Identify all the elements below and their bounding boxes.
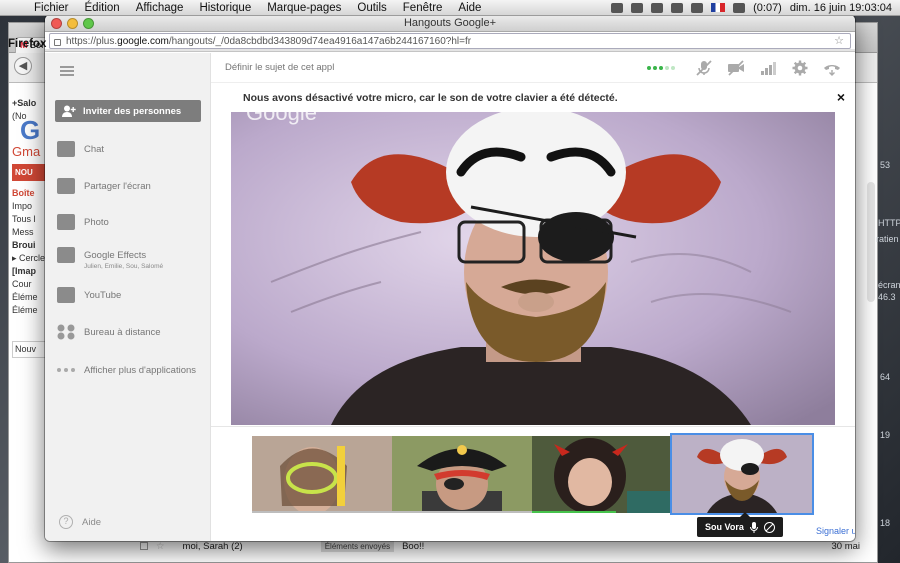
menu-aide[interactable]: Aide xyxy=(450,2,489,14)
volume-icon[interactable] xyxy=(671,2,684,13)
hang-up-icon[interactable] xyxy=(823,60,841,76)
dropbox-icon[interactable] xyxy=(611,2,624,13)
background-scrollbar[interactable] xyxy=(867,182,875,302)
menu-app-name[interactable]: Firefox xyxy=(0,38,810,526)
mail-checkbox[interactable] xyxy=(140,542,148,550)
battery-icon[interactable] xyxy=(733,2,746,13)
traffic-lights xyxy=(51,18,94,29)
mail-sender: moi, Sarah (2) xyxy=(182,540,243,552)
menu-edition[interactable]: Édition xyxy=(77,2,128,14)
report-problem-link[interactable]: Signaler un problème xyxy=(816,526,855,536)
bookmark-star-icon[interactable]: ☆ xyxy=(834,34,844,47)
display-icon[interactable] xyxy=(651,2,664,13)
menubar-status-area: (0:07) dim. 16 juin 19:03:04 xyxy=(611,2,900,14)
battery-time: (0:07) xyxy=(753,1,782,14)
window-titlebar[interactable]: Hangouts Google+ xyxy=(45,15,855,32)
desktop-text-3: écran xyxy=(878,280,900,290)
macos-menubar: Firefox Fichier Édition Affichage Histor… xyxy=(0,0,900,50)
menu-marque-pages[interactable]: Marque-pages xyxy=(259,2,349,14)
desktop-text-2: ratien xyxy=(876,234,899,244)
mail-date: 30 mai xyxy=(831,540,860,552)
mail-star-icon[interactable]: ☆ xyxy=(156,541,165,552)
input-language-flag-icon[interactable] xyxy=(711,3,726,12)
wifi-icon[interactable] xyxy=(691,2,704,13)
mail-subject: Boo!! xyxy=(402,540,425,552)
clock[interactable]: dim. 16 juin 19:03:04 xyxy=(790,2,892,14)
menu-affichage[interactable]: Affichage xyxy=(128,2,192,14)
menu-outils[interactable]: Outils xyxy=(349,2,394,14)
sync-icon[interactable] xyxy=(631,2,644,13)
close-notice-icon[interactable]: × xyxy=(837,89,845,105)
desktop-text-6: 53 xyxy=(880,160,891,170)
minimize-window-icon[interactable] xyxy=(67,18,78,29)
menu-historique[interactable]: Historique xyxy=(191,2,259,14)
close-window-icon[interactable] xyxy=(51,18,62,29)
window-title: Hangouts Google+ xyxy=(403,17,497,29)
desktop-text-5: 19 xyxy=(880,430,891,440)
desktop-text-8: 18 xyxy=(880,518,891,528)
zoom-window-icon[interactable] xyxy=(83,18,94,29)
menu-fenetre[interactable]: Fenêtre xyxy=(395,2,451,14)
menu-fichier[interactable]: Fichier xyxy=(26,2,77,14)
desktop-text-7: 64 xyxy=(880,372,891,382)
mail-label: Éléments envoyés xyxy=(320,540,395,552)
desktop-text-4: 46.3 xyxy=(878,292,896,302)
desktop-text-1: HTTP xyxy=(878,218,900,228)
